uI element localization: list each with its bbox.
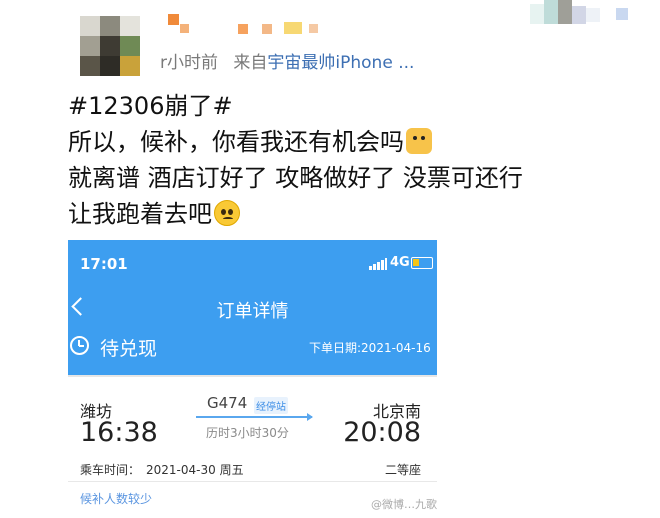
watermark: @微博…九歌 [371, 498, 437, 511]
sad-face-emoji-icon [214, 200, 240, 226]
network-type: 4G [390, 255, 410, 270]
ride-date: 2021-04-30 周五 [146, 463, 244, 477]
stops-link[interactable]: 经停站 [254, 397, 288, 414]
order-status: 待兑现 [100, 338, 158, 360]
waitlist-hint: 候补人数较少 [80, 492, 153, 506]
page-title: 订单详情 [216, 301, 289, 322]
departure-time: 16:38 [80, 417, 158, 448]
post-meta: r小时前 来自宇宙最帅iPhone ... [160, 48, 414, 73]
divider [68, 481, 437, 482]
post-time: r小时前 [160, 53, 218, 73]
battery-icon [411, 257, 433, 269]
order-header: 17:01 4G 订单详情 待兑现 下单日期:2021-04-16 [68, 240, 437, 375]
signal-icon [369, 258, 387, 270]
post-line: 所以，候补，你看我还有机会吗 [68, 128, 404, 156]
seat-class: 二等座 [384, 463, 421, 477]
post-source-link[interactable]: 宇宙最帅iPhone ... [267, 53, 414, 73]
post-body: #12306崩了# 所以，候补，你看我还有机会吗 就离谱 酒店订好了 攻略做好了… [68, 88, 628, 232]
arrival-time: 20:08 [343, 417, 421, 448]
status-bar-time: 17:01 [80, 255, 128, 273]
post-line: 就离谱 酒店订好了 攻略做好了 没票可还行 [68, 164, 523, 192]
post-hashtag[interactable]: #12306崩了# [68, 88, 628, 124]
ride-date-label: 乘车时间： [80, 463, 141, 477]
attached-image[interactable]: 17:01 4G 订单详情 待兑现 下单日期:2021-04-16 潍坊 G47… [68, 240, 437, 518]
post-line: 让我跑着去吧 [68, 200, 212, 228]
route-arrow-icon [196, 413, 313, 421]
train-number: G474 [207, 394, 248, 412]
follow-button-redacted[interactable] [530, 0, 660, 34]
cat-emoji-icon [406, 128, 432, 154]
avatar[interactable] [80, 16, 140, 76]
source-prefix: 来自 [233, 53, 268, 73]
ride-date-row: 乘车时间： 2021-04-30 周五 [80, 461, 244, 478]
clock-icon [70, 336, 89, 355]
order-date: 下单日期:2021-04-16 [309, 341, 431, 355]
trip-duration: 历时3小时30分 [206, 426, 289, 440]
